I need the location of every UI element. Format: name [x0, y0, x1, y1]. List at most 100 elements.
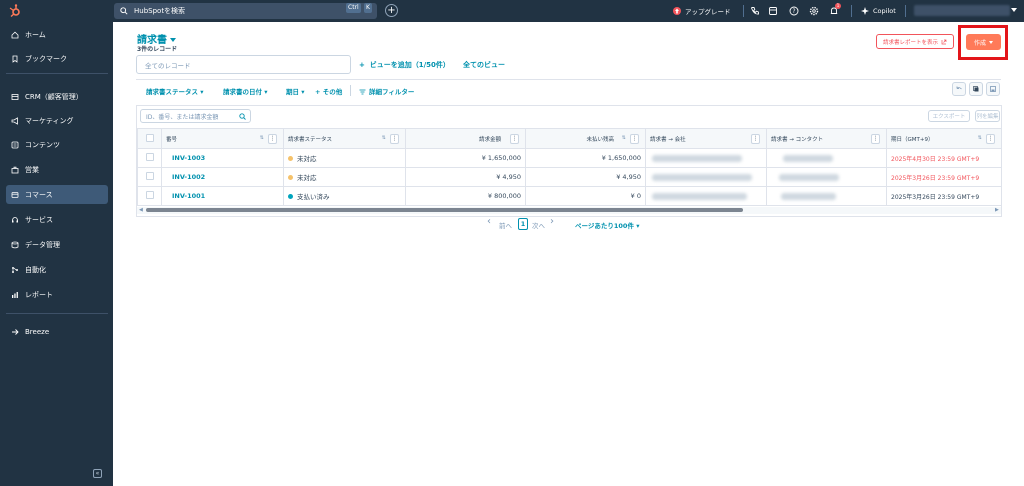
- column-menu-icon[interactable]: ⋮: [630, 134, 639, 144]
- chevron-right-icon[interactable]: ›: [550, 216, 554, 227]
- table-search-input[interactable]: ID、番号、または請求金額: [140, 109, 251, 123]
- global-search-input[interactable]: HubSpotを検索: [114, 3, 377, 19]
- column-label: 未払い残高: [586, 136, 614, 143]
- plus-icon: +: [359, 61, 370, 69]
- invoice-number-link[interactable]: INV-1003: [172, 154, 205, 162]
- column-menu-icon[interactable]: ⋮: [871, 134, 880, 144]
- select-all-checkbox[interactable]: [145, 133, 154, 142]
- collapse-sidebar-button[interactable]: «: [93, 469, 102, 478]
- column-menu-icon[interactable]: ⋮: [751, 134, 760, 144]
- marketplace-icon[interactable]: [768, 6, 778, 16]
- row-checkbox[interactable]: [145, 172, 154, 180]
- status-cell: 支払い済み: [283, 186, 406, 206]
- redacted-company[interactable]: [652, 154, 742, 162]
- export-button[interactable]: エクスポート: [928, 110, 970, 122]
- sidebar-item-marketing[interactable]: マーケティング: [6, 111, 108, 130]
- prev-page-button[interactable]: 前へ: [499, 220, 512, 230]
- filter-due-date[interactable]: 期日 ▾: [286, 86, 305, 96]
- account-caret-icon[interactable]: [1011, 8, 1017, 12]
- save-view-button[interactable]: [986, 82, 1000, 96]
- column-header-contact[interactable]: 請求書 → コンタクト ⋮: [766, 128, 887, 149]
- row-checkbox[interactable]: [145, 191, 154, 199]
- per-page-selector[interactable]: ページあたり100件 ▾: [575, 220, 639, 230]
- column-header-company[interactable]: 請求書 → 会社 ⋮: [645, 128, 767, 149]
- redacted-company[interactable]: [652, 173, 752, 181]
- edit-columns-button[interactable]: 列を編集: [975, 110, 1000, 122]
- sidebar-item-commerce[interactable]: コマース: [6, 185, 108, 204]
- sidebar-item-home[interactable]: ホーム: [6, 25, 108, 44]
- sort-icon[interactable]: ⇅: [978, 135, 982, 141]
- company-cell: [645, 148, 767, 168]
- topbar-divider: [905, 5, 906, 17]
- column-menu-icon[interactable]: ⋮: [268, 134, 277, 144]
- amount-cell: ¥ 1,650,000: [405, 148, 526, 168]
- sidebar-item-service[interactable]: サービス: [6, 210, 108, 229]
- company-cell: [645, 186, 767, 206]
- settings-gear-icon[interactable]: [809, 6, 819, 16]
- sidebar-item-bookmarks[interactable]: ブックマーク: [6, 49, 108, 68]
- copilot-sparkle-icon: [861, 7, 869, 15]
- help-icon[interactable]: ?: [789, 6, 799, 16]
- sidebar-item-reports[interactable]: レポート: [6, 285, 108, 304]
- sidebar-item-data-management[interactable]: データ管理: [6, 235, 108, 254]
- redacted-contact[interactable]: [779, 173, 839, 181]
- amount-cell: ¥ 800,000: [405, 186, 526, 206]
- per-page-label: ページあたり100件: [575, 222, 634, 230]
- copilot-button[interactable]: Copilot: [873, 0, 896, 22]
- sidebar-item-automation[interactable]: 自動化: [6, 260, 108, 279]
- view-invoice-report-button[interactable]: 請求書レポートを表示: [876, 34, 954, 49]
- filter-more[interactable]: + その他: [315, 86, 342, 96]
- sort-icon[interactable]: ⇅: [260, 135, 264, 141]
- invoice-number-link[interactable]: INV-1001: [172, 192, 205, 200]
- bookmark-icon: [12, 55, 18, 63]
- filter-invoice-date[interactable]: 請求書の日付 ▾: [223, 86, 268, 96]
- column-header-due-date[interactable]: 期日（GMT+9） ⇅ ⋮: [886, 128, 1002, 149]
- scroll-right-arrow-icon[interactable]: ▶: [995, 207, 999, 213]
- status-cell: 未対応: [283, 167, 406, 187]
- copy-button[interactable]: [969, 82, 983, 96]
- filter-invoice-status[interactable]: 請求書ステータス ▾: [146, 86, 204, 96]
- all-views-link[interactable]: 全てのビュー: [463, 60, 505, 70]
- advanced-filters-button[interactable]: 詳細フィルター: [359, 86, 414, 96]
- redacted-contact[interactable]: [781, 192, 836, 200]
- sort-icon[interactable]: ⇅: [622, 135, 626, 141]
- chevron-left-icon[interactable]: ‹: [487, 216, 491, 227]
- redacted-contact[interactable]: [783, 154, 833, 162]
- column-header-number[interactable]: 番号 ⇅ ⋮: [161, 128, 284, 149]
- hubspot-logo-icon[interactable]: [8, 4, 22, 18]
- column-menu-icon[interactable]: ⋮: [510, 134, 519, 144]
- next-page-button[interactable]: 次へ: [532, 220, 545, 230]
- redacted-company[interactable]: [652, 192, 747, 200]
- add-view-button[interactable]: + ビューを追加（1/50件）: [359, 60, 450, 70]
- sidebar-item-sales[interactable]: 営業: [6, 160, 108, 179]
- column-header-balance[interactable]: 未払い残高 ⇅ ⋮: [525, 128, 646, 149]
- row-checkbox[interactable]: [145, 153, 154, 161]
- view-selector-input[interactable]: 全てのレコード: [136, 55, 351, 74]
- column-menu-icon[interactable]: ⋮: [986, 134, 995, 144]
- quick-create-button[interactable]: +: [385, 4, 398, 17]
- due-date-cell: 2025年4月30日 23:59 GMT+9: [886, 148, 1002, 168]
- content-icon: [11, 141, 19, 148]
- scroll-left-arrow-icon[interactable]: ◀: [139, 207, 143, 213]
- column-header-status[interactable]: 請求書ステータス ⇅ ⋮: [283, 128, 406, 149]
- column-header-amount[interactable]: 請求金額 ⋮: [405, 128, 526, 149]
- account-menu[interactable]: [914, 5, 1010, 16]
- due-date-text: 2025年3月26日 23:59 GMT+9: [891, 174, 980, 182]
- invoice-number-link[interactable]: INV-1002: [172, 173, 205, 181]
- contact-cell: [766, 167, 887, 187]
- table-row[interactable]: INV-1001 支払い済み ¥ 800,000 ¥ 0 2025年3月26日 …: [137, 186, 1002, 206]
- sidebar-item-crm[interactable]: CRM（顧客管理）: [6, 87, 108, 106]
- column-label: 請求金額: [478, 136, 501, 143]
- undo-button[interactable]: [952, 82, 966, 96]
- contact-cell: [766, 148, 887, 168]
- current-page-number[interactable]: 1: [518, 218, 528, 230]
- phone-icon[interactable]: [750, 6, 760, 16]
- upgrade-button[interactable]: アップグレード: [685, 0, 731, 22]
- horizontal-scrollbar-thumb[interactable]: [146, 208, 743, 212]
- sidebar-item-breeze[interactable]: Breeze: [6, 322, 108, 341]
- table-row[interactable]: INV-1002 未対応 ¥ 4,950 ¥ 4,950 2025年3月26日 …: [137, 167, 1002, 187]
- column-menu-icon[interactable]: ⋮: [390, 134, 399, 144]
- sort-icon[interactable]: ⇅: [382, 135, 386, 141]
- sidebar-item-content[interactable]: コンテンツ: [6, 135, 108, 154]
- table-row[interactable]: INV-1003 未対応 ¥ 1,650,000 ¥ 1,650,000 202…: [137, 148, 1002, 168]
